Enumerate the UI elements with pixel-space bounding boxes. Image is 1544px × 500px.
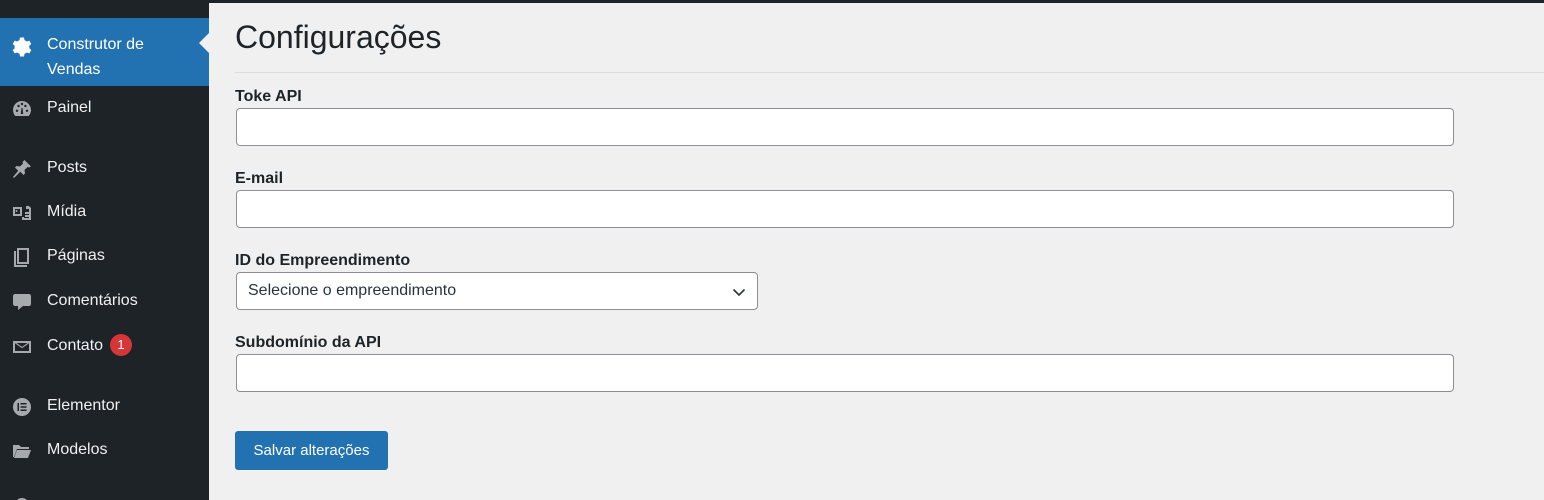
sidebar-item-label: Mídia [47,203,87,220]
mail-icon [11,336,33,358]
empreendimento-select[interactable]: Selecione o empreendimento [236,272,758,310]
subdominio-label: Subdomínio da API [235,334,382,351]
token-api-label: Toke API [235,88,302,105]
sidebar-item-label: Elementor [47,397,120,414]
sidebar-item-painel[interactable]: Painel [0,96,209,122]
pages-icon [11,246,33,268]
sidebar-item-label: Contato 1 [47,334,133,358]
sidebar-item-comentarios[interactable]: Comentários [0,289,209,315]
page-title: Configurações [235,19,442,55]
empreendimento-label: ID do Empreendimento [235,252,411,269]
sidebar-item-elementor[interactable]: Elementor [0,394,209,420]
sidebar-item-label: Páginas [47,247,105,264]
sidebar-item-label: Modelos [47,441,108,458]
title-divider [235,72,1544,73]
sidebar-item-construtor-de-vendas[interactable]: Construtor de Vendas [0,18,209,86]
dashboard-icon [11,98,33,120]
sidebar-item-posts[interactable]: Posts [0,156,209,182]
notification-badge: 1 [110,334,133,356]
token-api-input[interactable] [236,108,1454,146]
pin-icon [11,158,33,180]
sidebar-item-label: Comentários [47,292,138,309]
sidebar-item-modelos[interactable]: Modelos [0,438,209,464]
sidebar-item-paginas[interactable]: Páginas [0,244,209,270]
media-icon [11,202,33,224]
admin-sidebar: Construtor de Vendas Painel Posts Mídia … [0,3,209,500]
sidebar-item-label: Posts [47,159,88,176]
sidebar-item-label: Painel [47,99,92,116]
active-menu-pointer [199,33,209,53]
subdominio-input[interactable] [236,354,1454,392]
gear-icon [11,36,33,58]
folder-icon [11,440,33,462]
sidebar-item-partial[interactable] [0,492,209,500]
email-label: E-mail [235,170,284,187]
sidebar-item-midia[interactable]: Mídia [0,200,209,226]
save-button[interactable]: Salvar alterações [235,431,388,470]
top-bar [0,0,1544,3]
select-value: Selecione o empreendimento [248,282,457,299]
elementor-icon [11,396,33,418]
chevron-down-icon [731,284,747,300]
sidebar-item-contato[interactable]: Contato 1 [0,334,209,360]
email-input[interactable] [236,190,1454,228]
sidebar-item-label: Construtor de Vendas [47,36,144,78]
comment-icon [11,291,33,313]
menu-icon [11,494,33,500]
contato-label-text: Contato [47,337,104,354]
